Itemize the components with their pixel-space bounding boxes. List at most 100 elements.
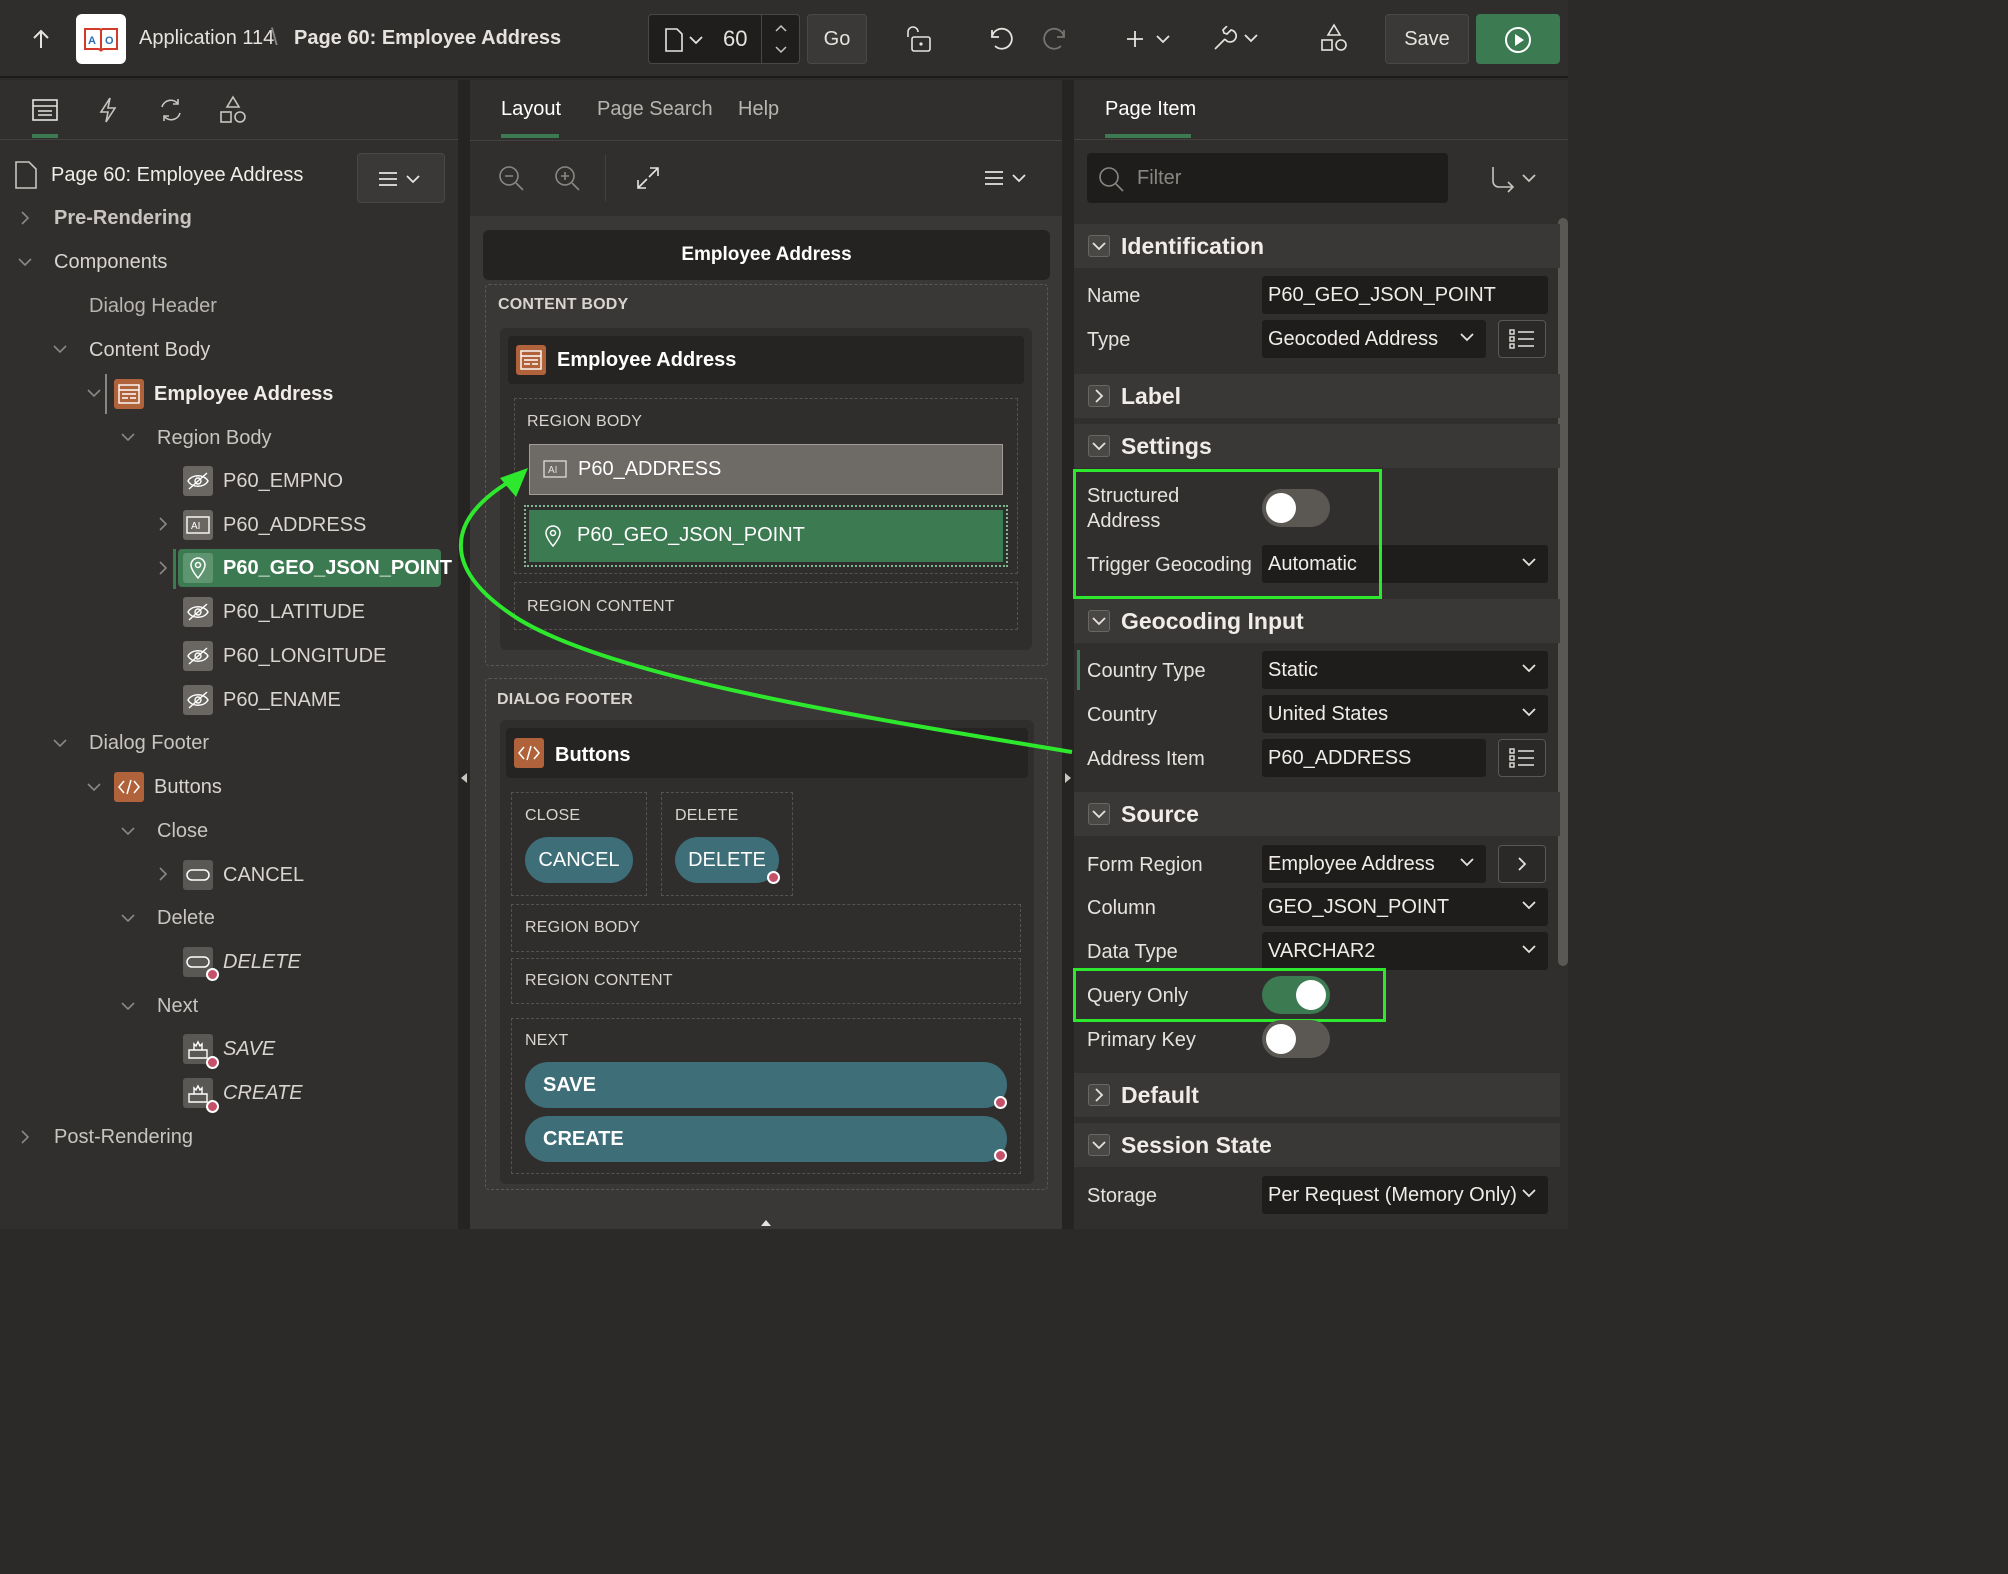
collapse-bottom-icon[interactable] <box>758 1218 774 1228</box>
chevron-right-icon[interactable] <box>156 517 170 531</box>
chevron-down-icon[interactable] <box>121 430 135 444</box>
section-geocoding-input[interactable]: Geocoding Input <box>1074 599 1560 643</box>
section-default[interactable]: Default <box>1074 1073 1560 1117</box>
unlock-icon[interactable] <box>902 24 936 54</box>
section-identification[interactable]: Identification <box>1074 224 1560 268</box>
tree-close-position[interactable]: Close <box>157 811 208 851</box>
layout-item-p60-geo-json-point[interactable]: P60_GEO_JSON_POINT <box>529 510 1003 562</box>
zoom-in-icon[interactable] <box>552 163 582 193</box>
page-number-input[interactable]: 60 <box>723 26 747 52</box>
left-splitter[interactable] <box>458 80 470 1229</box>
chevron-down-icon[interactable] <box>53 342 67 356</box>
expand-icon[interactable] <box>633 163 663 193</box>
prop-data-type-select[interactable]: VARCHAR2 <box>1262 932 1548 970</box>
tree-dialog-header[interactable]: Dialog Header <box>89 286 217 326</box>
layout-save-button[interactable]: SAVE <box>525 1062 1007 1108</box>
tree-item-p60-empno[interactable]: P60_EMPNO <box>223 461 343 501</box>
tree-components[interactable]: Components <box>54 242 167 282</box>
tree-item-p60-ename[interactable]: P60_ENAME <box>223 680 341 720</box>
chevron-down-icon[interactable] <box>121 824 135 838</box>
app-logo-icon[interactable]: AO <box>76 14 126 64</box>
prop-type-select[interactable]: Geocoded Address <box>1262 320 1486 358</box>
tree-item-p60-longitude[interactable]: P60_LONGITUDE <box>223 636 386 676</box>
tree-employee-address-region[interactable]: Employee Address <box>154 374 333 414</box>
tree-dialog-footer[interactable]: Dialog Footer <box>89 723 209 763</box>
tree-button-save[interactable]: SAVE <box>223 1029 275 1069</box>
collapse-right-icon[interactable] <box>1063 770 1073 786</box>
prop-name-input[interactable]: P60_GEO_JSON_POINT <box>1262 276 1548 314</box>
tree-item-p60-latitude[interactable]: P60_LATITUDE <box>223 592 365 632</box>
primary-key-toggle[interactable] <box>1262 1020 1330 1058</box>
prop-storage-select[interactable]: Per Request (Memory Only) <box>1262 1176 1548 1214</box>
tree-button-create[interactable]: CREATE <box>223 1073 303 1113</box>
prop-form-region-select[interactable]: Employee Address <box>1262 845 1486 883</box>
layout-item-p60-address[interactable]: AI P60_ADDRESS <box>529 444 1003 495</box>
layout-cancel-button[interactable]: CANCEL <box>525 837 633 883</box>
chevron-down-icon[interactable] <box>18 255 32 269</box>
section-settings[interactable]: Settings <box>1074 424 1560 468</box>
chevron-down-icon[interactable] <box>53 736 67 750</box>
type-list-button[interactable] <box>1498 320 1546 358</box>
collapse-left-icon[interactable] <box>459 770 469 786</box>
section-label[interactable]: Label <box>1074 374 1560 418</box>
tree-button-delete[interactable]: DELETE <box>223 942 301 982</box>
rendering-tab-icon[interactable] <box>30 96 60 124</box>
tree-button-cancel[interactable]: CANCEL <box>223 855 304 895</box>
chevron-down-icon[interactable] <box>121 911 135 925</box>
prop-column-select[interactable]: GEO_JSON_POINT <box>1262 888 1548 926</box>
layout-menu-icon[interactable] <box>982 166 1030 190</box>
go-button[interactable]: Go <box>807 14 867 64</box>
prop-address-item-input[interactable]: P60_ADDRESS <box>1262 739 1486 777</box>
app-name[interactable]: Application 114 <box>139 27 274 50</box>
prop-country-type-select[interactable]: Static <box>1262 651 1548 689</box>
tree-buttons-region[interactable]: Buttons <box>154 767 222 807</box>
tree-content-body[interactable]: Content Body <box>89 330 210 370</box>
dialog-title-bar[interactable]: Employee Address <box>483 230 1050 280</box>
chevron-right-icon[interactable] <box>18 211 32 225</box>
section-source[interactable]: Source <box>1074 792 1560 836</box>
chevron-right-icon[interactable] <box>18 1130 32 1144</box>
filter-input[interactable]: Filter <box>1087 153 1448 203</box>
zoom-out-icon[interactable] <box>496 163 526 193</box>
shared-components-tab-icon[interactable] <box>218 95 248 125</box>
up-arrow-icon[interactable] <box>26 24 56 54</box>
tab-help[interactable]: Help <box>738 98 779 121</box>
utilities-wrench-icon[interactable] <box>1210 24 1262 54</box>
tree-next-position[interactable]: Next <box>157 986 198 1026</box>
tree-page-node[interactable]: Page 60: Employee Address <box>51 155 303 195</box>
scrollbar[interactable] <box>1558 218 1568 966</box>
tree-region-body[interactable]: Region Body <box>157 418 272 458</box>
chevron-down-icon[interactable] <box>121 999 135 1013</box>
chevron-right-icon[interactable] <box>156 867 170 881</box>
tree-menu-button[interactable] <box>357 153 445 203</box>
decrement-icon[interactable] <box>773 43 789 57</box>
shared-components-icon[interactable] <box>1318 22 1350 54</box>
address-item-list-button[interactable] <box>1498 739 1546 777</box>
tab-page-search[interactable]: Page Search <box>597 98 713 121</box>
tree-item-p60-geo-json-point[interactable]: P60_GEO_JSON_POINT <box>223 548 452 588</box>
section-session-state[interactable]: Session State <box>1074 1123 1560 1167</box>
add-menu-icon[interactable] <box>1124 24 1174 54</box>
processing-cycle-icon[interactable] <box>156 96 186 124</box>
tab-layout[interactable]: Layout <box>501 98 561 121</box>
layout-create-button[interactable]: CREATE <box>525 1116 1007 1162</box>
go-to-group-icon[interactable] <box>1488 164 1540 194</box>
chevron-down-icon[interactable] <box>689 33 703 47</box>
increment-icon[interactable] <box>773 21 789 35</box>
layout-delete-button[interactable]: DELETE <box>675 837 779 883</box>
run-button[interactable] <box>1476 14 1560 64</box>
page-selector[interactable]: 60 <box>648 14 800 64</box>
prop-country-select[interactable]: United States <box>1262 695 1548 733</box>
tab-page-item[interactable]: Page Item <box>1105 98 1196 121</box>
tree-delete-position[interactable]: Delete <box>157 898 215 938</box>
chevron-down-icon[interactable] <box>87 386 101 400</box>
right-splitter[interactable] <box>1062 80 1074 1229</box>
undo-icon[interactable] <box>984 24 1016 54</box>
go-to-form-region-button[interactable] <box>1498 845 1546 883</box>
save-button[interactable]: Save <box>1385 14 1469 64</box>
chevron-right-icon[interactable] <box>156 561 170 575</box>
redo-icon[interactable] <box>1040 24 1072 54</box>
dynamic-actions-lightning-icon[interactable] <box>94 96 122 124</box>
chevron-down-icon[interactable] <box>87 780 101 794</box>
tree-post-rendering[interactable]: Post-Rendering <box>54 1117 193 1157</box>
